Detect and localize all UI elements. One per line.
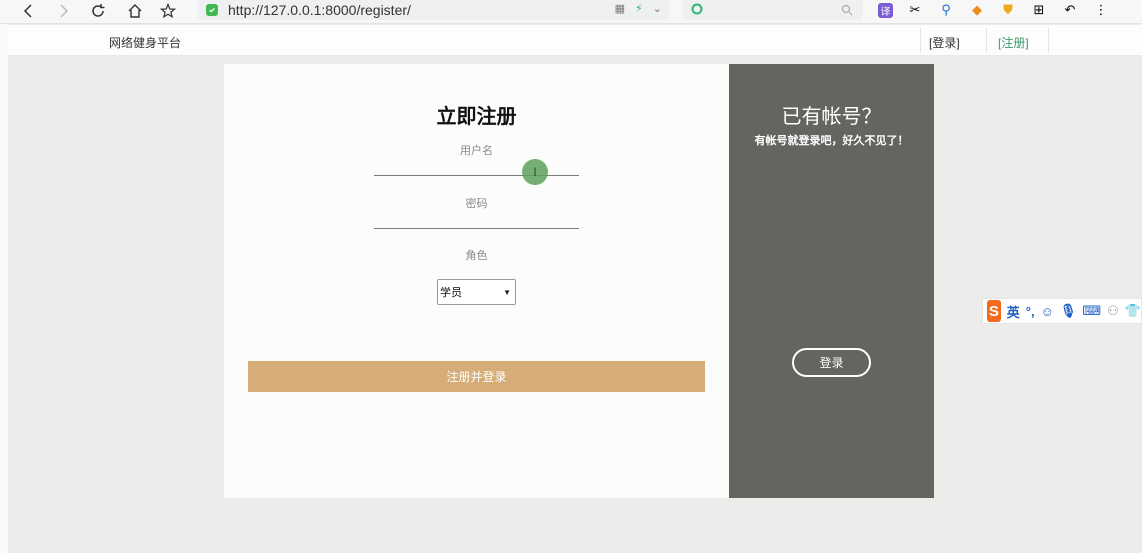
shield-extension-icon[interactable]: ⛊ — [999, 1, 1017, 19]
header-divider — [920, 28, 921, 52]
search-icon[interactable] — [841, 4, 853, 16]
address-bar[interactable]: http://127.0.0.1:8000/register/ ▦ ⚡ ⌄ — [198, 0, 670, 20]
register-title: 立即注册 — [436, 106, 517, 128]
page-margin — [0, 24, 8, 553]
magnifier-icon[interactable]: ⚲ — [937, 1, 955, 19]
username-input[interactable] — [374, 157, 579, 175]
ime-mode[interactable]: 英 — [1007, 302, 1020, 321]
game-icon[interactable]: ◆ — [968, 1, 986, 19]
login-prompt-panel: 已有帐号？ 有帐号就登录吧，好久不见了！ 登录 — [729, 64, 934, 498]
home-icon[interactable] — [124, 0, 146, 22]
password-label: 密码 — [465, 198, 488, 210]
user-icon[interactable]: ⚇ — [1107, 303, 1119, 319]
register-submit-button[interactable]: 注册并登录 — [248, 361, 705, 392]
nav-login-link[interactable]: [登录] — [929, 34, 960, 51]
scissors-icon[interactable]: ✂ — [906, 1, 924, 19]
emoji-icon[interactable]: ☺ — [1041, 304, 1054, 319]
secure-shield-icon — [206, 4, 218, 16]
translate-icon[interactable]: 译 — [878, 2, 893, 18]
keyboard-icon[interactable]: ⌨ — [1082, 303, 1101, 319]
search-box[interactable] — [683, 0, 863, 20]
star-icon[interactable] — [157, 0, 179, 22]
register-form: 立即注册 用户名 密码 角色 学员 ▼ 注册并登录 I — [224, 64, 729, 498]
header-divider — [986, 28, 987, 52]
chevron-down-icon[interactable]: ⌄ — [653, 2, 662, 15]
side-subtitle: 有帐号就登录吧，好久不见了！ — [754, 135, 909, 147]
password-underline — [374, 228, 579, 229]
side-title: 已有帐号？ — [781, 106, 882, 128]
text-cursor-icon: I — [522, 159, 548, 185]
more-icon[interactable]: ⋮ — [1092, 1, 1110, 19]
skin-icon[interactable]: 👕 — [1125, 303, 1141, 319]
site-header: 网络健身平台 [登录] [注册] — [8, 25, 1142, 56]
back-icon[interactable] — [18, 0, 40, 22]
apps-grid-icon[interactable]: ⊞ — [1030, 1, 1048, 19]
undo-icon[interactable]: ↶ — [1061, 1, 1079, 19]
header-divider — [1048, 28, 1049, 52]
microphone-icon[interactable]: 🎙 — [1060, 303, 1077, 319]
url-text: http://127.0.0.1:8000/register/ — [228, 2, 411, 18]
sogou-logo-icon[interactable]: S — [987, 300, 1001, 322]
role-select[interactable]: 学员 ▼ — [437, 279, 516, 305]
ime-toolbar: S 英 °, ☺ 🎙 ⌨ ⚇ 👕 — [982, 298, 1142, 324]
lightning-icon[interactable]: ⚡ — [635, 2, 643, 15]
login-button[interactable]: 登录 — [792, 348, 871, 377]
qr-code-icon[interactable]: ▦ — [615, 2, 625, 15]
username-underline — [374, 175, 579, 176]
password-input[interactable] — [374, 210, 579, 228]
reload-icon[interactable] — [87, 0, 109, 22]
site-brand[interactable]: 网络健身平台 — [109, 34, 181, 51]
username-label: 用户名 — [460, 145, 493, 157]
dropdown-arrow-icon: ▼ — [503, 288, 511, 297]
browser-toolbar: http://127.0.0.1:8000/register/ ▦ ⚡ ⌄ 译 … — [0, 0, 1142, 24]
punctuation-icon[interactable]: °, — [1026, 304, 1035, 319]
role-label: 角色 — [465, 250, 488, 262]
forward-icon[interactable] — [52, 0, 74, 22]
role-selected-value: 学员 — [440, 287, 462, 299]
search-engine-icon — [691, 3, 703, 15]
nav-register-link[interactable]: [注册] — [998, 34, 1029, 51]
